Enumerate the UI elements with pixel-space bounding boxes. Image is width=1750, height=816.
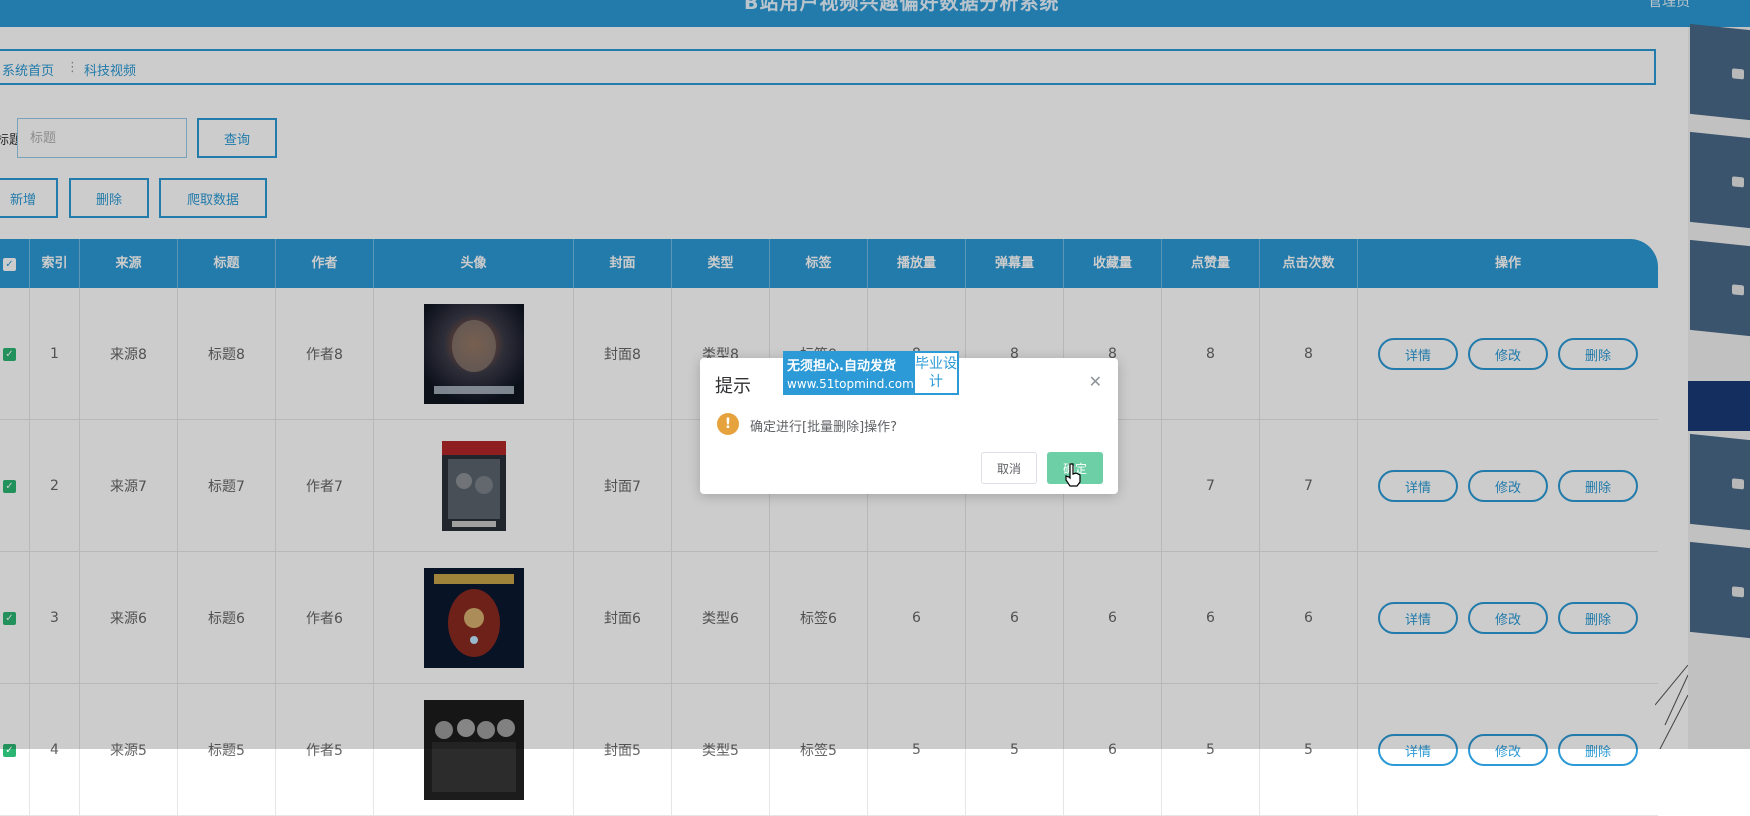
close-icon[interactable]: ✕ xyxy=(1089,372,1102,391)
cancel-button[interactable]: 取消 xyxy=(981,452,1037,484)
watermark-line1: 无须担心.自动发货 xyxy=(787,359,896,374)
watermark-badge-label: 毕业设计 xyxy=(913,351,959,395)
hand-cursor-icon xyxy=(1065,463,1081,487)
warning-icon: ! xyxy=(717,413,739,435)
dialog-title: 提示 xyxy=(715,376,751,397)
watermark-badge: 无须担心.自动发货 www.51topmind.com 毕业设计 xyxy=(783,351,959,395)
watermark-url: www.51topmind.com xyxy=(787,377,914,391)
dialog-message: 确定进行[批量删除]操作? xyxy=(750,420,898,435)
watermark-text-block: 无须担心.自动发货 www.51topmind.com xyxy=(783,351,914,395)
